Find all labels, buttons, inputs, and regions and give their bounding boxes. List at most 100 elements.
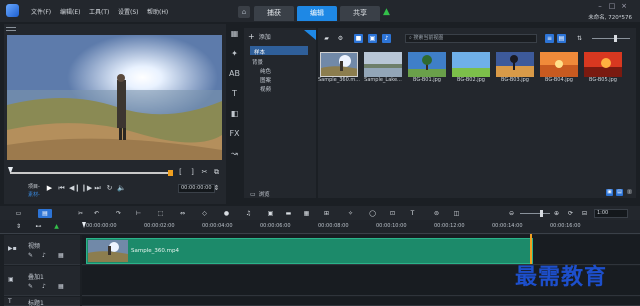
thumb-size-handle[interactable]: [614, 35, 617, 42]
play-icon[interactable]: ▶: [45, 184, 54, 193]
thumbnail-bg-b04[interactable]: BG-B04.jpg: [538, 52, 580, 83]
show-photo-icon[interactable]: ▣: [368, 34, 377, 43]
minimize-icon[interactable]: –: [596, 2, 604, 10]
show-video-icon[interactable]: ■: [354, 34, 363, 43]
track-grid-icon[interactable]: ▦: [58, 252, 64, 259]
track-body-title[interactable]: [82, 297, 640, 306]
track-grid-icon[interactable]: ▦: [58, 283, 64, 290]
sort-icon[interactable]: ⇅: [575, 34, 584, 43]
track-manager-icon[interactable]: ⇕: [14, 222, 23, 231]
mark-out-icon[interactable]: ]: [188, 168, 197, 177]
track-audio-icon[interactable]: ♪: [42, 252, 46, 259]
home-start-icon[interactable]: ⏮: [57, 184, 66, 193]
fit-timeline-icon[interactable]: ⟳: [566, 209, 575, 218]
prev-frame-icon[interactable]: ◀❙: [69, 184, 80, 193]
end-icon[interactable]: ⏭: [93, 184, 102, 193]
import-folder-icon[interactable]: ▰: [322, 34, 331, 43]
close-icon[interactable]: ×: [620, 2, 628, 10]
timeline-view-icon[interactable]: ▤: [38, 209, 52, 218]
tree-item-solid[interactable]: 纯色: [260, 67, 271, 75]
tree-item-samples[interactable]: 样本: [254, 48, 265, 56]
redo-icon[interactable]: ↷: [114, 209, 123, 218]
timecode-display[interactable]: 00:00:00:00: [178, 184, 215, 193]
multicam-icon[interactable]: ▦: [302, 209, 311, 218]
enlarge-icon[interactable]: ⧉: [212, 168, 221, 177]
volume-icon[interactable]: 🔈: [117, 184, 126, 193]
filter-fx-icon[interactable]: FX: [229, 128, 240, 139]
thumbnail-bg-b01[interactable]: BG-B01.jpg: [406, 52, 448, 83]
home-icon[interactable]: ⌂: [238, 6, 250, 18]
trim-marker[interactable]: [168, 170, 173, 176]
show-audio-icon[interactable]: ♪: [382, 34, 391, 43]
search-input[interactable]: ⌕ 搜索当前视图: [405, 34, 537, 43]
text-tool-icon[interactable]: T: [408, 209, 417, 218]
track-edit-icon[interactable]: ✎: [28, 283, 33, 290]
audio-mix-icon[interactable]: ♫: [244, 209, 253, 218]
browse-button[interactable]: ▭ 浏览: [250, 190, 270, 199]
thumbnail-bg-b05[interactable]: BG-B05.jpg: [582, 52, 624, 83]
grid-view-icon[interactable]: ▤: [557, 34, 566, 43]
tab-share[interactable]: 共享: [340, 6, 380, 21]
graphic-icon[interactable]: ◧: [229, 108, 240, 119]
instant-project-icon[interactable]: ✦: [229, 48, 240, 59]
scissors-icon[interactable]: ✂: [76, 209, 85, 218]
option-b-icon[interactable]: ▤: [616, 189, 623, 196]
list-view-icon[interactable]: ≡: [545, 34, 554, 43]
camera-icon[interactable]: ▣: [266, 209, 275, 218]
gear-icon[interactable]: ⚙: [336, 34, 345, 43]
crop-icon[interactable]: ⬚: [156, 209, 165, 218]
trim-icon[interactable]: ⊢: [134, 209, 143, 218]
next-frame-icon[interactable]: ❙▶: [81, 184, 92, 193]
speed-icon[interactable]: ⊜: [432, 209, 441, 218]
tab-capture[interactable]: 捕获: [254, 6, 294, 21]
undo-icon[interactable]: ↶: [92, 209, 101, 218]
zoom-slider[interactable]: [520, 213, 550, 214]
thumb-size-slider[interactable]: [592, 38, 630, 39]
mask-icon[interactable]: ◯: [368, 209, 377, 218]
timeline-options-icon[interactable]: ⊟: [580, 209, 589, 218]
tree-item-pattern[interactable]: 图案: [260, 76, 271, 84]
menu-settings[interactable]: 设置(S): [118, 7, 139, 16]
tab-edit[interactable]: 编辑: [297, 6, 337, 21]
maximize-icon[interactable]: □: [608, 2, 616, 10]
project-mode-label[interactable]: 项目-: [28, 183, 40, 190]
zoom-handle[interactable]: [540, 210, 543, 217]
mark-in-icon[interactable]: [: [176, 168, 185, 177]
split-screen-icon[interactable]: ◫: [452, 209, 461, 218]
thumbnail-samplelake[interactable]: Sample_Lake...: [362, 52, 404, 83]
repeat-icon[interactable]: ↻: [105, 184, 114, 193]
thumbnail-bg-b03[interactable]: BG-B03.jpg: [494, 52, 536, 83]
menu-edit[interactable]: 编辑(E): [60, 7, 80, 16]
path-icon[interactable]: ↝: [229, 148, 240, 159]
menu-help[interactable]: 帮助(H): [147, 7, 168, 16]
option-c-icon[interactable]: ▥: [626, 189, 633, 196]
motion-icon[interactable]: ◇: [200, 209, 209, 218]
menu-file[interactable]: 文件(F): [31, 7, 51, 16]
fit-icon[interactable]: ⇔: [178, 209, 187, 218]
timeline-timecode[interactable]: 1:00: [594, 209, 628, 218]
thumbnail-bg-b02[interactable]: BG-B02.jpg: [450, 52, 492, 83]
zoom-out-icon[interactable]: ⊖: [507, 209, 516, 218]
split-icon[interactable]: ✂: [200, 168, 209, 177]
media-icon[interactable]: ▦: [229, 28, 240, 39]
zoom-in-icon[interactable]: ⊕: [552, 209, 561, 218]
add-chapter-icon[interactable]: ⊷: [34, 222, 43, 231]
add-folder-button[interactable]: + 添加: [248, 32, 271, 41]
track-edit-icon[interactable]: ✎: [28, 252, 33, 259]
clip-mode-label[interactable]: 素材-: [28, 191, 40, 198]
menu-tools[interactable]: 工具(T): [89, 7, 109, 16]
option-a-icon[interactable]: ▣: [606, 189, 613, 196]
ripple-edit-icon[interactable]: ▲: [52, 222, 61, 231]
tree-item-video[interactable]: 视频: [260, 85, 271, 93]
transition-icon[interactable]: AB: [229, 68, 240, 79]
wand-icon[interactable]: ✧: [346, 209, 355, 218]
track-audio-icon[interactable]: ♪: [42, 283, 46, 290]
title-icon[interactable]: T: [229, 88, 240, 99]
tree-item-backgrounds[interactable]: 背景: [252, 58, 263, 66]
scrubber-track[interactable]: [10, 172, 170, 174]
subtitle-icon[interactable]: ▬: [284, 209, 293, 218]
record-icon[interactable]: ●: [222, 209, 231, 218]
storyboard-view-icon[interactable]: ▭: [14, 209, 23, 218]
grid-icon[interactable]: ⊞: [322, 209, 331, 218]
timecode-stepper-icon[interactable]: ⇕: [212, 184, 221, 193]
